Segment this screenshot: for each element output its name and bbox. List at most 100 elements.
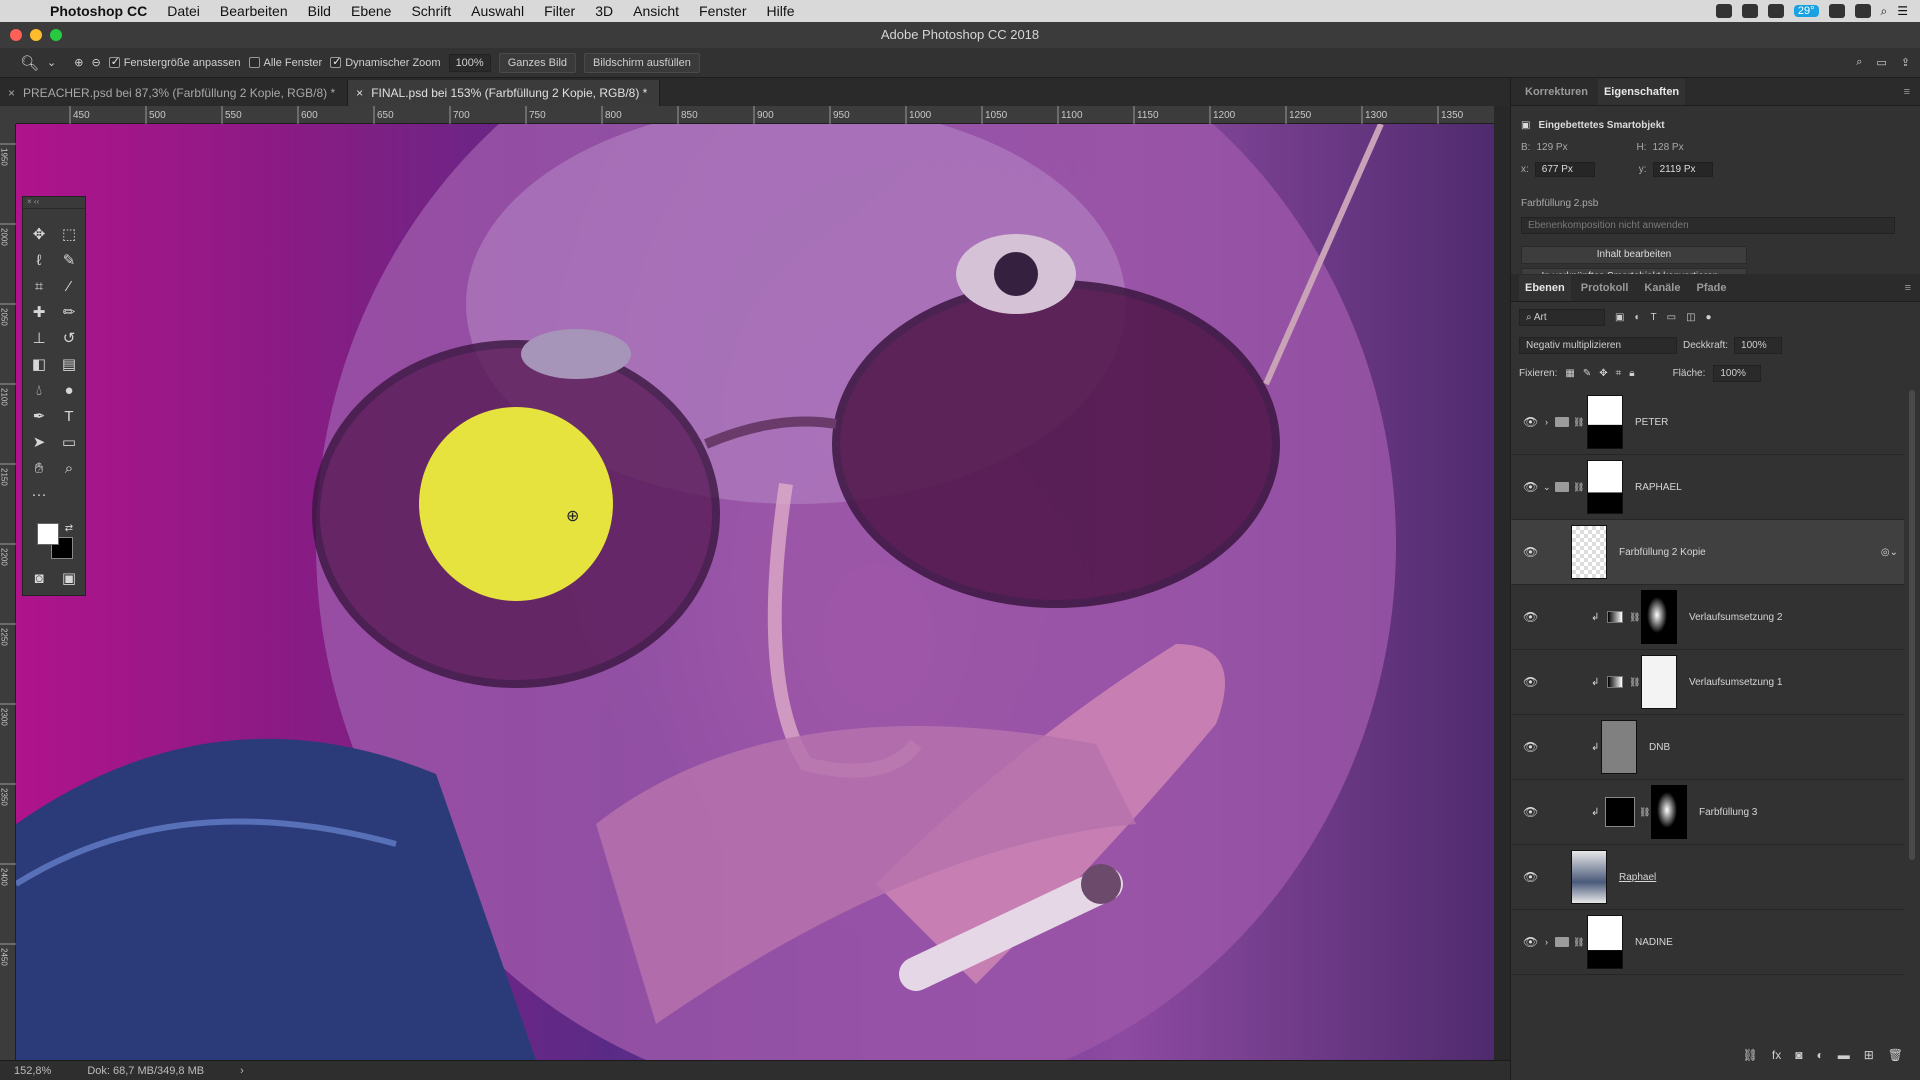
lock-artboard-icon[interactable]: ⌗ [1616, 368, 1622, 379]
lock-all-icon[interactable]: 🔒︎ [1629, 368, 1634, 379]
layer-name[interactable]: RAPHAEL [1635, 482, 1682, 493]
all-windows-checkbox[interactable]: Alle Fenster [248, 57, 322, 69]
menu-datei[interactable]: Datei [157, 3, 210, 19]
zoom-tool-icon[interactable]: ⌕ [59, 459, 79, 479]
stamp-tool-icon[interactable]: ⊥ [29, 329, 49, 349]
layer-filter-select[interactable]: ⌕ Art [1519, 308, 1605, 326]
dropbox-icon[interactable] [1741, 4, 1758, 18]
layer-comp-value[interactable]: Ebenenkomposition nicht anwenden [1521, 216, 1895, 234]
new-layer-icon[interactable]: ⊞ [1864, 1048, 1874, 1062]
marquee-tool-icon[interactable]: ⬚ [59, 225, 79, 245]
visibility-eye-icon[interactable]: 👁︎ [1523, 415, 1538, 429]
search-icon[interactable]: ⌕ [1856, 56, 1862, 69]
close-window-icon[interactable] [10, 29, 22, 41]
healing-brush-icon[interactable]: ✚ [29, 303, 49, 323]
panel-menu-icon[interactable]: ≡ [1904, 86, 1910, 98]
quick-mask-icon[interactable]: ◙ [29, 569, 49, 589]
record-icon[interactable] [1715, 4, 1732, 18]
minimize-window-icon[interactable] [30, 29, 42, 41]
zoom-level[interactable]: 152,8% [14, 1065, 51, 1077]
blend-mode-select[interactable]: Negativ multiplizieren [1519, 336, 1677, 354]
layer-name[interactable]: Verlaufsumsetzung 2 [1689, 612, 1782, 623]
chevron-right-icon[interactable]: › [240, 1065, 244, 1077]
foreground-color-swatch[interactable] [37, 523, 59, 545]
app-menu[interactable]: Photoshop CC [44, 3, 157, 19]
layer-name[interactable]: NADINE [1635, 937, 1673, 948]
menu-hilfe[interactable]: Hilfe [757, 3, 805, 19]
vertical-ruler[interactable]: 1950 2000 2050 2100 2150 2200 2250 2300 2350 2400… [0, 124, 16, 1060]
shape-tool-icon[interactable]: ▭ [59, 433, 79, 453]
visibility-eye-icon[interactable]: 👁︎ [1523, 740, 1538, 754]
height-value[interactable]: 128 Px [1652, 142, 1683, 153]
menu-list-icon[interactable]: ☰ [1897, 4, 1908, 18]
filter-shape-icon[interactable]: ▭ [1667, 312, 1676, 323]
visibility-eye-icon[interactable]: 👁︎ [1523, 935, 1538, 949]
layer-name[interactable]: Verlaufsumsetzung 1 [1689, 677, 1782, 688]
menu-filter[interactable]: Filter [534, 3, 585, 19]
width-value[interactable]: 129 Px [1536, 142, 1636, 153]
layer-row-verlaufsumsetzung-2[interactable]: 👁︎ ↲ ⛓︎ Verlaufsumsetzung 2 [1511, 585, 1904, 650]
layer-row-raphael-group[interactable]: 👁︎ ⌄ ⛓︎ RAPHAEL [1511, 455, 1904, 520]
more-tools-icon[interactable]: ··· [29, 485, 49, 505]
menu-auswahl[interactable]: Auswahl [461, 3, 534, 19]
tab-korrekturen[interactable]: Korrekturen [1519, 79, 1594, 105]
layer-name[interactable]: PETER [1635, 417, 1668, 428]
fit-screen-button[interactable]: Ganzes Bild [498, 52, 577, 73]
visibility-eye-icon[interactable]: 👁︎ [1523, 545, 1538, 559]
menu-bearbeiten[interactable]: Bearbeiten [210, 3, 298, 19]
lock-paint-icon[interactable]: ✎ [1583, 368, 1591, 379]
layer-row-farbfuellung-3[interactable]: 👁︎ ↲ ⛓︎ Farbfüllung 3 [1511, 780, 1904, 845]
crop-tool-icon[interactable]: ⌗ [29, 277, 49, 297]
toolbar-header[interactable]: × ‹‹ [23, 197, 85, 209]
tab-ebenen[interactable]: Ebenen [1519, 274, 1571, 301]
menu-ebene[interactable]: Ebene [341, 3, 401, 19]
layer-name[interactable]: Farbfüllung 3 [1699, 807, 1757, 818]
fill-screen-button[interactable]: Bildschirm ausfüllen [584, 52, 700, 73]
menu-ansicht[interactable]: Ansicht [623, 3, 689, 19]
dynamic-zoom-checkbox[interactable]: Dynamischer Zoom [330, 55, 441, 69]
trash-icon[interactable]: 🗑︎ [1888, 1048, 1903, 1062]
yellow-circle-shape[interactable] [419, 407, 613, 601]
layer-row-verlaufsumsetzung-1[interactable]: 👁︎ ↲ ⛓︎ Verlaufsumsetzung 1 [1511, 650, 1904, 715]
adjustment-layer-icon[interactable]: ◐ [1816, 1048, 1823, 1062]
zoom-percent-field[interactable]: 100% [448, 53, 491, 72]
zoom-tool-icon[interactable]: 🔍︎ [20, 54, 39, 72]
visibility-eye-icon[interactable]: 👁︎ [1523, 675, 1538, 689]
lock-pixels-icon[interactable]: ▦ [1565, 368, 1574, 379]
chevron-down-icon[interactable]: ⌄ [1543, 482, 1551, 493]
lasso-tool-icon[interactable]: ℓ [29, 251, 49, 271]
screen-mode-icon[interactable]: ▣ [59, 569, 79, 589]
filter-adjust-icon[interactable]: ◐ [1634, 312, 1640, 323]
tab-eigenschaften[interactable]: Eigenschaften [1597, 78, 1686, 105]
checkbox-box[interactable] [108, 55, 120, 68]
chevron-down-icon[interactable]: ⌄ [47, 56, 56, 69]
tab-protokoll[interactable]: Protokoll [1575, 275, 1635, 301]
visibility-eye-icon[interactable]: 👁︎ [1523, 805, 1538, 819]
layer-row-dnb[interactable]: 👁︎ ↲ DNB [1511, 715, 1904, 780]
lock-position-icon[interactable]: ✥ [1599, 368, 1607, 379]
filter-toggle-icon[interactable]: ● [1706, 312, 1712, 323]
eyedropper-icon[interactable]: ⁄ [59, 277, 79, 297]
add-mask-icon[interactable]: ◙ [1795, 1048, 1802, 1062]
layer-name[interactable]: Farbfüllung 2 Kopie [1619, 547, 1706, 558]
x-position-field[interactable]: 677 Px [1534, 161, 1595, 177]
history-brush-icon[interactable]: ↺ [59, 329, 79, 349]
quick-select-icon[interactable]: ✎ [59, 251, 79, 271]
filter-smart-icon[interactable]: ◫ [1686, 312, 1695, 323]
swap-colors-icon[interactable]: ⇄ [59, 519, 79, 539]
zoom-in-icon[interactable]: ⊕ [74, 56, 83, 69]
visibility-eye-icon[interactable]: 👁︎ [1523, 610, 1538, 624]
tab-final[interactable]: × FINAL.psd bei 153% (Farbfüllung 2 Kopie… [348, 80, 661, 106]
opacity-field[interactable]: 100% [1734, 336, 1783, 354]
checkbox-box[interactable] [248, 57, 260, 68]
layers-scrollbar[interactable] [1909, 390, 1915, 860]
path-select-icon[interactable]: ➤ [29, 433, 49, 453]
resize-windows-checkbox[interactable]: Fenstergröße anpassen [108, 55, 241, 69]
layer-row-raphael[interactable]: 👁︎ Raphael [1511, 845, 1904, 910]
battery-icon[interactable] [1854, 4, 1871, 18]
zoom-out-icon[interactable]: ⊖ [91, 56, 100, 69]
cloud-icon[interactable] [1767, 4, 1784, 18]
wifi-icon[interactable] [1828, 4, 1845, 18]
pen-tool-icon[interactable]: ✒ [29, 407, 49, 427]
menu-3d[interactable]: 3D [585, 3, 623, 19]
